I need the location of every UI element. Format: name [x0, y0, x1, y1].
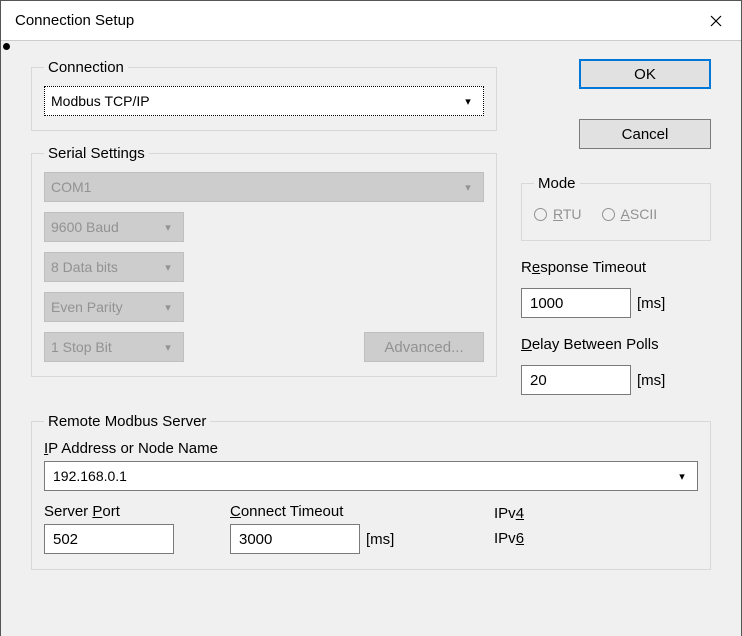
response-timeout-input[interactable]: 1000 — [521, 288, 631, 318]
connection-select[interactable]: Modbus TCP/IP ▾ — [44, 86, 484, 116]
close-button[interactable] — [691, 1, 741, 41]
chevron-down-icon: ▾ — [671, 462, 693, 490]
serial-databits-value: 8 Data bits — [51, 259, 118, 275]
connect-timeout-unit: [ms] — [366, 531, 394, 548]
mode-rtu-label: RTU — [553, 206, 582, 222]
chevron-down-icon: ▾ — [157, 293, 179, 321]
cancel-button[interactable]: Cancel — [579, 119, 711, 149]
remote-server-group: Remote Modbus Server IP Address or Node … — [31, 413, 711, 570]
serial-stopbit-select: 1 Stop Bit ▾ — [44, 332, 184, 362]
delay-label: Delay Between Polls — [521, 336, 711, 353]
ip-address-label: IP Address or Node Name — [44, 440, 698, 457]
ipv4-label: IPv4 — [494, 505, 524, 522]
content-area: Connection Modbus TCP/IP ▾ Serial Settin… — [1, 41, 741, 636]
ok-button[interactable]: OK — [579, 59, 711, 89]
server-port-label: Server Port — [44, 503, 194, 520]
serial-port-value: COM1 — [51, 179, 91, 195]
chevron-down-icon: ▾ — [157, 333, 179, 361]
ipv6-radio[interactable]: IPv6 — [486, 530, 524, 547]
radio-icon — [534, 208, 547, 221]
serial-baud-value: 9600 Baud — [51, 219, 119, 235]
serial-parity-select: Even Parity ▾ — [44, 292, 184, 322]
server-port-input[interactable]: 502 — [44, 524, 174, 554]
mode-group: Mode RTU ASCII — [521, 175, 711, 241]
serial-settings-group: Serial Settings COM1 ▾ 9600 Baud ▾ 8 Dat… — [31, 145, 497, 377]
window-title: Connection Setup — [15, 12, 134, 29]
mode-ascii-label: ASCII — [621, 206, 658, 222]
serial-baud-select: 9600 Baud ▾ — [44, 212, 184, 242]
titlebar: Connection Setup — [1, 1, 741, 41]
delay-unit: [ms] — [637, 372, 665, 389]
ipv4-radio[interactable]: IPv4 — [486, 505, 524, 522]
connection-value: Modbus TCP/IP — [51, 93, 150, 109]
connection-group: Connection Modbus TCP/IP ▾ — [31, 59, 497, 131]
ip-address-combo[interactable]: 192.168.0.1 ▾ — [44, 461, 698, 491]
chevron-down-icon: ▾ — [457, 173, 479, 201]
cancel-button-label: Cancel — [622, 126, 669, 143]
response-timeout-label: Response Timeout — [521, 259, 711, 276]
mode-legend: Mode — [534, 175, 580, 192]
mode-ascii-radio: ASCII — [602, 206, 658, 222]
ok-button-label: OK — [634, 66, 656, 83]
serial-port-select: COM1 ▾ — [44, 172, 484, 202]
serial-parity-value: Even Parity — [51, 299, 123, 315]
response-timeout-unit: [ms] — [637, 295, 665, 312]
dialog-window: Connection Setup Connection Modbus TCP/I… — [0, 0, 742, 636]
connect-timeout-label: Connect Timeout — [230, 503, 450, 520]
serial-legend: Serial Settings — [44, 145, 149, 162]
advanced-button: Advanced... — [364, 332, 484, 362]
advanced-button-label: Advanced... — [384, 339, 463, 356]
radio-icon — [602, 208, 615, 221]
ipv6-label: IPv6 — [494, 530, 524, 547]
serial-stopbit-value: 1 Stop Bit — [51, 339, 112, 355]
connection-legend: Connection — [44, 59, 128, 76]
serial-databits-select: 8 Data bits ▾ — [44, 252, 184, 282]
remote-legend: Remote Modbus Server — [44, 413, 210, 430]
chevron-down-icon: ▾ — [457, 87, 479, 115]
chevron-down-icon: ▾ — [157, 253, 179, 281]
close-icon — [710, 15, 722, 27]
delay-input[interactable]: 20 — [521, 365, 631, 395]
mode-rtu-radio: RTU — [534, 206, 582, 222]
connect-timeout-input[interactable]: 3000 — [230, 524, 360, 554]
chevron-down-icon: ▾ — [157, 213, 179, 241]
ip-address-value: 192.168.0.1 — [53, 468, 127, 484]
